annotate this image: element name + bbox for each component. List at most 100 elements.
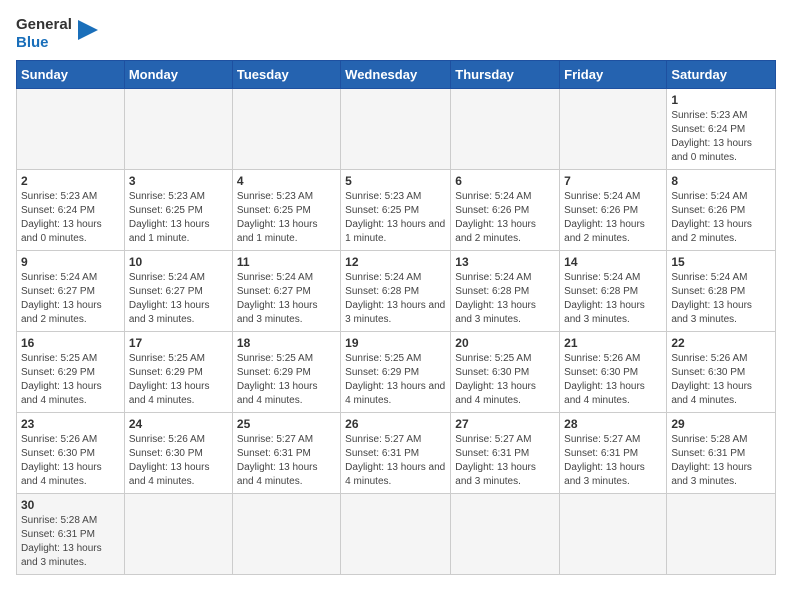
day-number: 21 xyxy=(564,336,662,350)
day-info: Sunrise: 5:23 AM Sunset: 6:24 PM Dayligh… xyxy=(671,109,771,165)
day-number: 23 xyxy=(21,417,120,431)
calendar-day-cell: 15 Sunrise: 5:24 AM Sunset: 6:28 PM Dayli… xyxy=(667,251,776,332)
day-info: Sunrise: 5:23 AM Sunset: 6:25 PM Dayligh… xyxy=(237,190,336,246)
calendar-day-cell: 20Sunrise: 5:25 AM Sunset: 6:30 PM Dayli… xyxy=(451,332,560,413)
day-number: 25 xyxy=(237,417,336,431)
logo-triangle-icon xyxy=(78,20,98,48)
day-of-week-header: Friday xyxy=(560,61,667,89)
day-number: 22 xyxy=(671,336,771,350)
day-number: 28 xyxy=(564,417,662,431)
day-info: Sunrise: 5:28 AM Sunset: 6:31 PM Dayligh… xyxy=(671,433,771,489)
calendar-day-cell: 28 Sunrise: 5:27 AM Sunset: 6:31 PM Dayli… xyxy=(560,413,667,494)
calendar-day-cell: 1 Sunrise: 5:23 AM Sunset: 6:24 PM Daylig… xyxy=(667,89,776,170)
calendar-day-cell xyxy=(341,494,451,575)
day-number: 27 xyxy=(455,417,555,431)
day-info: Sunrise: 5:24 AM Sunset: 6:28 PM Dayligh… xyxy=(564,271,662,327)
day-number: 6 xyxy=(455,174,555,188)
calendar-day-cell: 3 Sunrise: 5:23 AM Sunset: 6:25 PM Daylig… xyxy=(124,170,232,251)
calendar-day-cell: 17 Sunrise: 5:25 AM Sunset: 6:29 PM Dayli… xyxy=(124,332,232,413)
day-info: Sunrise: 5:23 AM Sunset: 6:24 PM Dayligh… xyxy=(21,190,120,246)
day-number: 10 xyxy=(129,255,228,269)
day-of-week-header: Thursday xyxy=(451,61,560,89)
logo: General Blue xyxy=(16,16,98,52)
calendar-day-cell: 13 Sunrise: 5:24 AM Sunset: 6:28 PM Dayli… xyxy=(451,251,560,332)
calendar-week-row: 9 Sunrise: 5:24 AM Sunset: 6:27 PM Daylig… xyxy=(17,251,776,332)
day-info: Sunrise: 5:23 AM Sunset: 6:25 PM Dayligh… xyxy=(345,190,446,246)
calendar-day-cell xyxy=(560,89,667,170)
day-number: 5 xyxy=(345,174,446,188)
calendar-day-cell: 24Sunrise: 5:26 AM Sunset: 6:30 PM Dayli… xyxy=(124,413,232,494)
day-number: 8 xyxy=(671,174,771,188)
day-of-week-header: Tuesday xyxy=(232,61,340,89)
day-number: 17 xyxy=(129,336,228,350)
day-info: Sunrise: 5:24 AM Sunset: 6:27 PM Dayligh… xyxy=(237,271,336,327)
day-number: 15 xyxy=(671,255,771,269)
day-of-week-header: Sunday xyxy=(17,61,125,89)
calendar-day-cell xyxy=(560,494,667,575)
day-info: Sunrise: 5:25 AM Sunset: 6:29 PM Dayligh… xyxy=(237,352,336,408)
calendar-day-cell: 11 Sunrise: 5:24 AM Sunset: 6:27 PM Dayli… xyxy=(232,251,340,332)
calendar-day-cell: 27 Sunrise: 5:27 AM Sunset: 6:31 PM Dayli… xyxy=(451,413,560,494)
day-number: 9 xyxy=(21,255,120,269)
calendar-day-cell: 10 Sunrise: 5:24 AM Sunset: 6:27 PM Dayli… xyxy=(124,251,232,332)
day-number: 1 xyxy=(671,93,771,107)
calendar-day-cell: 21 Sunrise: 5:26 AM Sunset: 6:30 PM Dayli… xyxy=(560,332,667,413)
calendar-week-row: 1 Sunrise: 5:23 AM Sunset: 6:24 PM Daylig… xyxy=(17,89,776,170)
calendar-day-cell xyxy=(451,494,560,575)
calendar-day-cell: 19 Sunrise: 5:25 AM Sunset: 6:29 PM Dayli… xyxy=(341,332,451,413)
day-number: 12 xyxy=(345,255,446,269)
calendar-day-cell xyxy=(341,89,451,170)
day-info: Sunrise: 5:27 AM Sunset: 6:31 PM Dayligh… xyxy=(564,433,662,489)
calendar-day-cell xyxy=(124,89,232,170)
calendar-day-cell xyxy=(232,89,340,170)
calendar-week-row: 23 Sunrise: 5:26 AM Sunset: 6:30 PM Dayli… xyxy=(17,413,776,494)
day-number: 3 xyxy=(129,174,228,188)
day-number: 13 xyxy=(455,255,555,269)
day-info: Sunrise: 5:26 AM Sunset: 6:30 PM Dayligh… xyxy=(671,352,771,408)
calendar-day-cell: 29Sunrise: 5:28 AM Sunset: 6:31 PM Dayli… xyxy=(667,413,776,494)
calendar-day-cell xyxy=(124,494,232,575)
calendar-day-cell: 26 Sunrise: 5:27 AM Sunset: 6:31 PM Dayli… xyxy=(341,413,451,494)
day-info: Sunrise: 5:26 AM Sunset: 6:30 PM Dayligh… xyxy=(21,433,120,489)
day-info: Sunrise: 5:24 AM Sunset: 6:28 PM Dayligh… xyxy=(671,271,771,327)
calendar-day-cell xyxy=(232,494,340,575)
day-number: 30 xyxy=(21,498,120,512)
day-number: 18 xyxy=(237,336,336,350)
day-info: Sunrise: 5:25 AM Sunset: 6:29 PM Dayligh… xyxy=(129,352,228,408)
calendar-day-cell: 7Sunrise: 5:24 AM Sunset: 6:26 PM Daylig… xyxy=(560,170,667,251)
day-info: Sunrise: 5:24 AM Sunset: 6:26 PM Dayligh… xyxy=(455,190,555,246)
calendar-day-cell: 4 Sunrise: 5:23 AM Sunset: 6:25 PM Daylig… xyxy=(232,170,340,251)
calendar-week-row: 2Sunrise: 5:23 AM Sunset: 6:24 PM Daylig… xyxy=(17,170,776,251)
day-number: 19 xyxy=(345,336,446,350)
day-of-week-header: Wednesday xyxy=(341,61,451,89)
day-number: 16 xyxy=(21,336,120,350)
day-number: 24 xyxy=(129,417,228,431)
calendar-day-cell xyxy=(451,89,560,170)
calendar-day-cell: 2Sunrise: 5:23 AM Sunset: 6:24 PM Daylig… xyxy=(17,170,125,251)
header: General Blue xyxy=(16,16,776,52)
calendar-day-cell: 8 Sunrise: 5:24 AM Sunset: 6:26 PM Daylig… xyxy=(667,170,776,251)
day-info: Sunrise: 5:24 AM Sunset: 6:28 PM Dayligh… xyxy=(455,271,555,327)
day-info: Sunrise: 5:25 AM Sunset: 6:29 PM Dayligh… xyxy=(345,352,446,408)
day-info: Sunrise: 5:24 AM Sunset: 6:27 PM Dayligh… xyxy=(129,271,228,327)
day-info: Sunrise: 5:27 AM Sunset: 6:31 PM Dayligh… xyxy=(237,433,336,489)
calendar-day-cell: 14 Sunrise: 5:24 AM Sunset: 6:28 PM Dayli… xyxy=(560,251,667,332)
day-number: 11 xyxy=(237,255,336,269)
calendar-day-cell: 9 Sunrise: 5:24 AM Sunset: 6:27 PM Daylig… xyxy=(17,251,125,332)
calendar-day-cell: 6 Sunrise: 5:24 AM Sunset: 6:26 PM Daylig… xyxy=(451,170,560,251)
day-number: 14 xyxy=(564,255,662,269)
day-info: Sunrise: 5:27 AM Sunset: 6:31 PM Dayligh… xyxy=(455,433,555,489)
day-of-week-header: Monday xyxy=(124,61,232,89)
day-info: Sunrise: 5:27 AM Sunset: 6:31 PM Dayligh… xyxy=(345,433,446,489)
day-info: Sunrise: 5:24 AM Sunset: 6:27 PM Dayligh… xyxy=(21,271,120,327)
calendar-day-cell: 25 Sunrise: 5:27 AM Sunset: 6:31 PM Dayli… xyxy=(232,413,340,494)
day-info: Sunrise: 5:24 AM Sunset: 6:26 PM Dayligh… xyxy=(564,190,662,246)
calendar-day-cell xyxy=(17,89,125,170)
day-info: Sunrise: 5:24 AM Sunset: 6:26 PM Dayligh… xyxy=(671,190,771,246)
day-info: Sunrise: 5:23 AM Sunset: 6:25 PM Dayligh… xyxy=(129,190,228,246)
calendar-day-cell: 30Sunrise: 5:28 AM Sunset: 6:31 PM Dayli… xyxy=(17,494,125,575)
calendar-week-row: 16 Sunrise: 5:25 AM Sunset: 6:29 PM Dayli… xyxy=(17,332,776,413)
day-number: 26 xyxy=(345,417,446,431)
day-number: 4 xyxy=(237,174,336,188)
day-info: Sunrise: 5:26 AM Sunset: 6:30 PM Dayligh… xyxy=(564,352,662,408)
